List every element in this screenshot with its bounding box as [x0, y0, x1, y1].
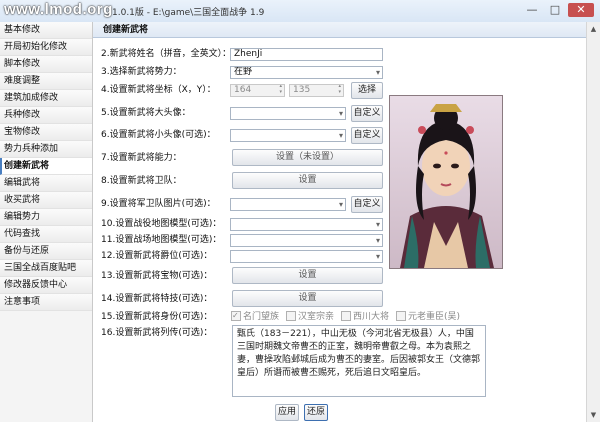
minimize-button[interactable]: — [522, 3, 542, 17]
reset-button[interactable]: 还原 [304, 404, 328, 421]
sidebar-item-building[interactable]: 建筑加成修改 [0, 90, 92, 107]
window-title: 1.0.1版 - E:\game\三国全面战争 1.9 [112, 8, 265, 18]
identity-option-xichuan[interactable]: 西川大将 [341, 310, 389, 324]
rank-select[interactable] [230, 250, 383, 263]
sidebar-item-feedback[interactable]: 修改器反馈中心 [0, 277, 92, 294]
guard-button[interactable]: 设置 [232, 172, 383, 189]
checkbox-icon [341, 310, 351, 321]
sidebar-item-faction-unit[interactable]: 势力兵种添加 [0, 141, 92, 158]
identity-option-label: 名门望族 [243, 312, 280, 322]
coord-label: 4.设置新武将坐标（X，Y）： [101, 85, 216, 95]
sidebar-item-difficulty[interactable]: 难度调整 [0, 73, 92, 90]
guard-card-label: 9.设置将军卫队图片(可选)： [101, 199, 216, 209]
bio-textarea[interactable]: 甄氏（183－221），中山无极（今河北省无极县）人，中国三国时期魏文帝曹丕的正… [232, 325, 486, 397]
choose-coord-button[interactable]: 选择 [351, 82, 383, 99]
identity-option-noble[interactable]: 名门望族 [231, 309, 280, 324]
sidebar-item-tieba[interactable]: 三国全战百度贴吧 [0, 260, 92, 277]
battle-model-select[interactable] [230, 218, 383, 231]
identity-option-label: 西川大将 [353, 312, 390, 322]
bio-label: 16.设置新武将列传(可选)： [101, 328, 213, 338]
title-bar: www.lmod.org 1.0.1版 - E:\game\三国全面战争 1.9… [0, 0, 600, 23]
faction-select[interactable]: 在野 [230, 66, 383, 79]
ability-label: 7.设置新武将能力： [101, 153, 182, 163]
sidebar-item-opening[interactable]: 开局初始化修改 [0, 39, 92, 56]
checkbox-icon [286, 310, 296, 321]
portrait-preview [389, 95, 503, 269]
sidebar-item-treasure[interactable]: 宝物修改 [0, 124, 92, 141]
name-input[interactable]: ZhenJi [230, 48, 383, 61]
sidebar-item-unit[interactable]: 兵种修改 [0, 107, 92, 124]
small-portrait-custom-button[interactable]: 自定义 [351, 127, 383, 144]
ability-button[interactable]: 设置（未设置） [232, 149, 383, 166]
identity-option-veteran[interactable]: 元老重臣(吴) [396, 310, 460, 324]
guard-card-custom-button[interactable]: 自定义 [351, 196, 383, 213]
apply-button[interactable]: 应用 [275, 404, 299, 421]
treasure-label: 13.设置新武将宝物(可选)： [101, 271, 213, 281]
guard-card-select[interactable] [230, 198, 346, 211]
field-model-label: 11.设置战场地图模型(可选)： [101, 235, 222, 245]
sidebar-item-script[interactable]: 脚本修改 [0, 56, 92, 73]
sidebar-item-backup[interactable]: 备份与还原 [0, 243, 92, 260]
vertical-scrollbar[interactable]: ▲ ▼ [586, 22, 600, 422]
sidebar-item-code-search[interactable]: 代码查找 [0, 226, 92, 243]
scroll-up-icon[interactable]: ▲ [588, 23, 599, 35]
maximize-button[interactable]: □ [545, 3, 565, 17]
coord-y-input[interactable]: 135 [289, 84, 344, 97]
traits-button[interactable]: 设置 [232, 290, 383, 307]
treasure-button[interactable]: 设置 [232, 267, 383, 284]
sidebar: 基本修改 开局初始化修改 脚本修改 难度调整 建筑加成修改 兵种修改 宝物修改 … [0, 22, 93, 422]
panel-title: 创建新武将 [93, 22, 587, 38]
small-portrait-label: 6.设置新武将小头像(可选)： [101, 130, 216, 140]
sidebar-item-edit-faction[interactable]: 编辑势力 [0, 209, 92, 226]
create-general-panel: 创建新武将 2.新武将姓名（拼音，全英文）： ZhenJi 3.选择新武将势力：… [93, 22, 587, 422]
sidebar-item-create-general[interactable]: 创建新武将 [0, 158, 92, 175]
big-portrait-select[interactable] [230, 107, 346, 120]
coord-x-input[interactable]: 164 [230, 84, 285, 97]
name-label: 2.新武将姓名（拼音，全英文）： [101, 49, 232, 59]
checkbox-checked-icon [231, 309, 241, 323]
big-portrait-custom-button[interactable]: 自定义 [351, 105, 383, 122]
big-portrait-label: 5.设置新武将大头像： [101, 108, 191, 118]
guard-label: 8.设置新武将卫队： [101, 176, 182, 186]
rank-label: 12.设置新武将爵位(可选)： [101, 251, 213, 261]
sidebar-item-edit-general[interactable]: 编辑武将 [0, 175, 92, 192]
portrait-image [390, 96, 502, 268]
identity-label: 15.设置新武将身份(可选)： [101, 312, 213, 322]
close-button[interactable]: ✕ [568, 3, 594, 17]
identity-option-label: 汉室宗亲 [298, 312, 335, 322]
field-model-select[interactable] [230, 234, 383, 247]
small-portrait-select[interactable] [230, 129, 346, 142]
watermark: www.lmod.org [4, 1, 113, 18]
traits-label: 14.设置新武将特技(可选)： [101, 294, 213, 304]
checkbox-icon [396, 310, 406, 321]
scroll-down-icon[interactable]: ▼ [588, 409, 599, 421]
battle-model-label: 10.设置战役地图模型(可选)： [101, 219, 222, 229]
sidebar-item-notes[interactable]: 注意事项 [0, 294, 92, 311]
sidebar-item-recruit-general[interactable]: 收买武将 [0, 192, 92, 209]
identity-option-label: 元老重臣(吴) [408, 312, 461, 322]
sidebar-item-basic[interactable]: 基本修改 [0, 22, 92, 39]
identity-option-imperial[interactable]: 汉室宗亲 [286, 310, 334, 324]
faction-label: 3.选择新武将势力： [101, 67, 182, 77]
